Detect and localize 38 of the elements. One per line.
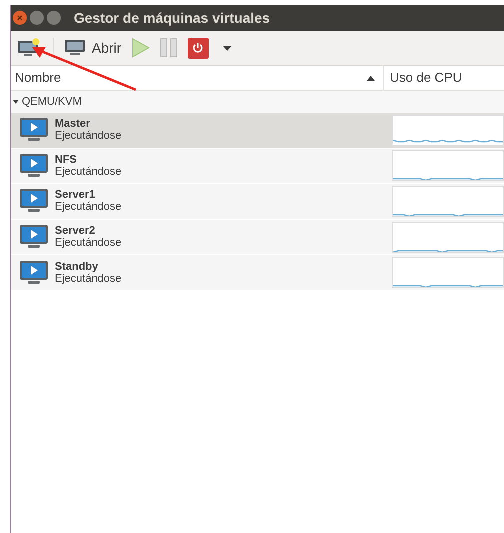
- shutdown-button[interactable]: [188, 38, 209, 58]
- expander-icon[interactable]: [13, 99, 19, 105]
- monitor-play-icon: [19, 152, 49, 179]
- vm-row[interactable]: Standby Ejecutándose: [11, 255, 504, 291]
- pause-icon: [160, 38, 178, 58]
- vm-name: Master: [55, 118, 92, 130]
- vm-row[interactable]: Server1 Ejecutándose: [11, 184, 504, 220]
- vm-status: Ejecutándose: [55, 166, 122, 178]
- maximize-button[interactable]: [47, 11, 61, 25]
- close-icon: [17, 15, 23, 21]
- vm-row[interactable]: Master Ejecutándose: [11, 113, 504, 149]
- column-header[interactable]: Uso de CPU: [384, 66, 504, 90]
- group-label: QEMU/KVM: [22, 94, 82, 110]
- caret-icon: [222, 46, 232, 50]
- window-title: Gestor de máquinas virtuales: [74, 8, 270, 28]
- vm-name: Server1: [55, 189, 96, 202]
- monitor-play-icon: [19, 188, 49, 214]
- run-button[interactable]: [132, 38, 150, 58]
- vm-status: Ejecutándose: [55, 272, 122, 285]
- monitor-play-icon: [19, 117, 49, 144]
- vm-name: NFS: [55, 154, 78, 166]
- monitor-play-icon: [19, 260, 49, 286]
- vm-row[interactable]: NFS Ejecutándose: [11, 148, 504, 184]
- monitor-icon: [64, 39, 86, 57]
- power-icon: [192, 42, 204, 54]
- pause-button[interactable]: [160, 38, 178, 58]
- vm-status: Ejecutándose: [55, 201, 122, 214]
- open-button[interactable]: Abrir: [64, 38, 122, 58]
- monitor-play-icon: [19, 224, 49, 250]
- play-icon: [132, 38, 150, 58]
- close-button[interactable]: [13, 11, 27, 25]
- vm-name: Standby: [55, 260, 100, 273]
- column-header[interactable]: Nombre: [11, 66, 384, 90]
- vm-status: Ejecutándose: [55, 237, 122, 250]
- vm-row[interactable]: Server2 Ejecutándose: [11, 220, 504, 256]
- vm-status: Ejecutándose: [55, 130, 122, 142]
- minimize-button[interactable]: [30, 11, 44, 25]
- vm-name: Server2: [55, 225, 96, 238]
